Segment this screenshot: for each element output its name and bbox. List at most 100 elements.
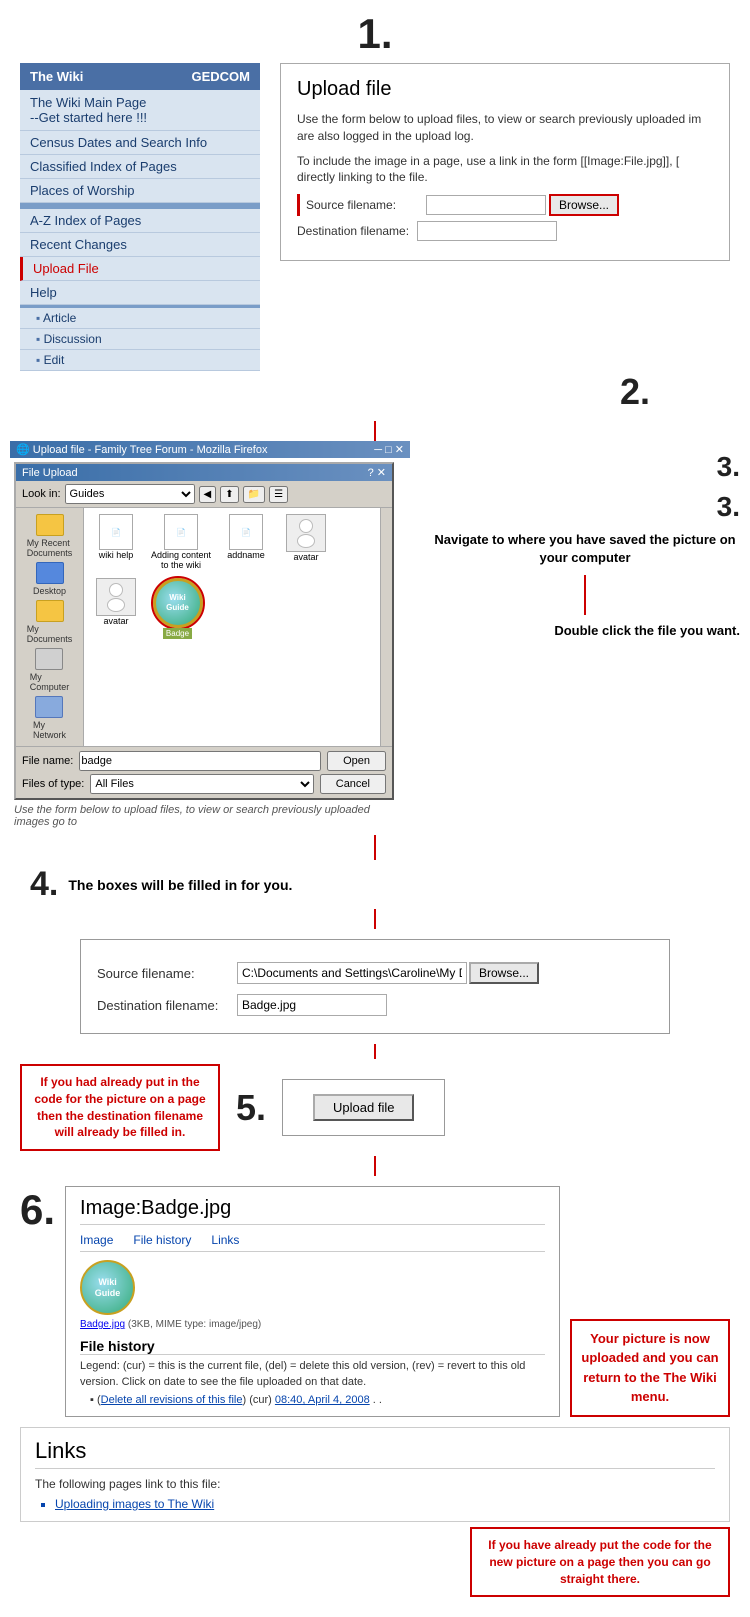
dest-label: Destination filename: xyxy=(297,224,417,238)
step5-row: If you had already put in the code for t… xyxy=(20,1064,730,1151)
wiki-guide-badge-icon: WikiGuide xyxy=(80,1260,135,1315)
links-item-1[interactable]: Uploading images to The Wiki xyxy=(55,1497,715,1511)
dialog-sidebar: My RecentDocuments Desktop MyDocuments M… xyxy=(16,508,84,746)
dialog-title: File Upload xyxy=(22,467,78,479)
browse-filled-btn[interactable]: Browse... xyxy=(469,962,539,984)
my-computer-item[interactable]: MyComputer xyxy=(30,648,70,692)
dialog-win-btns[interactable]: ? ✕ xyxy=(368,466,386,479)
file-wikihelp[interactable]: 📄 wiki help xyxy=(90,514,142,570)
connector-3 xyxy=(374,909,376,929)
upload-panel: Upload file Use the form below to upload… xyxy=(280,63,730,261)
dialog-toolbar: Look in: Guides ◀ ⬆ 📁 ☰ xyxy=(16,481,392,508)
dialog-body: My RecentDocuments Desktop MyDocuments M… xyxy=(16,508,392,746)
new-folder-btn[interactable]: 📁 xyxy=(243,486,265,503)
sidebar-header: The Wiki GEDCOM xyxy=(20,63,260,90)
desktop-item[interactable]: Desktop xyxy=(33,562,66,596)
look-in-select[interactable]: Guides xyxy=(65,484,195,504)
sidebar-item-recent[interactable]: Recent Changes xyxy=(20,233,260,257)
dest-filled-input[interactable] xyxy=(237,994,387,1016)
step3-right-annots: 3. 3. Navigate to where you have saved t… xyxy=(410,441,740,830)
step4-row: 4. The boxes will be filled in for you. xyxy=(30,865,720,904)
filetype-select[interactable]: All Files xyxy=(90,774,313,794)
browse-button[interactable]: Browse... xyxy=(549,194,619,216)
back-btn[interactable]: ◀ xyxy=(199,486,217,503)
step6-section: 6. Image:Badge.jpg Image File history Li… xyxy=(20,1186,730,1417)
below-dialog-text: Use the form below to upload files, to v… xyxy=(14,804,406,828)
my-network-item[interactable]: MyNetwork xyxy=(33,696,66,740)
upload-para2: To include the image in a page, use a li… xyxy=(297,153,713,187)
sidebar: The Wiki GEDCOM The Wiki Main Page--Get … xyxy=(20,63,260,371)
sidebar-item-upload[interactable]: Upload File xyxy=(20,257,260,281)
source-label: Source filename: xyxy=(306,198,426,212)
content-scrollbar[interactable] xyxy=(380,508,392,746)
sidebar-item-main[interactable]: The Wiki Main Page--Get started here !!! xyxy=(20,90,260,131)
sidebar-item-worship[interactable]: Places of Worship xyxy=(20,179,260,203)
upload-file-button[interactable]: Upload file xyxy=(313,1094,414,1121)
gedcom-label: GEDCOM xyxy=(192,69,251,84)
dest-row: Destination filename: xyxy=(297,221,713,241)
file-dialog-outer: 🌐 Upload file - Family Tree Forum - Mozi… xyxy=(10,441,410,830)
recent-docs-item[interactable]: My RecentDocuments xyxy=(27,514,73,558)
connector-2 xyxy=(374,835,376,860)
step5-num: 5. xyxy=(236,1087,266,1129)
sidebar-item-help[interactable]: Help xyxy=(20,281,260,305)
sidebar-item-az[interactable]: A-Z Index of Pages xyxy=(20,209,260,233)
step5-right: 5. Upload file xyxy=(236,1079,445,1136)
source-filled-input[interactable] xyxy=(237,962,467,984)
dialog-inner-titlebar: File Upload ? ✕ xyxy=(16,464,392,481)
links-title: Links xyxy=(35,1438,715,1469)
file-badge[interactable]: WikiGuide Badge xyxy=(150,578,205,639)
file-avatar1[interactable]: avatar xyxy=(280,514,332,570)
file-addname[interactable]: 📄 addname xyxy=(220,514,272,570)
file-history-title: File history xyxy=(80,1338,545,1355)
badge-area: WikiGuide xyxy=(80,1260,545,1319)
source-input[interactable] xyxy=(426,195,546,215)
connector-5 xyxy=(374,1156,376,1176)
sidebar-item-edit[interactable]: Edit xyxy=(20,350,260,371)
badge-link-label[interactable]: Badge.jpg (3KB, MIME type: image/jpeg) xyxy=(80,1319,545,1330)
date-link[interactable]: 08:40, April 4, 2008 xyxy=(275,1394,370,1406)
bottom-annot: If you have already put the code for the… xyxy=(470,1527,730,1597)
file-adding[interactable]: 📄 Adding content to the wiki xyxy=(150,514,212,570)
filename-input[interactable] xyxy=(79,751,321,771)
upload-btn-container: Upload file xyxy=(282,1079,445,1136)
connector-1 xyxy=(374,421,376,441)
dialog-footer: File name: Open Files of type: All Files… xyxy=(16,746,392,798)
file-upload-dialog: File Upload ? ✕ Look in: Guides ◀ ⬆ 📁 ☰ xyxy=(14,462,394,800)
step3-number-label: 3. xyxy=(717,451,740,483)
file-avatar2[interactable]: avatar xyxy=(90,578,142,639)
step3-num: 3. xyxy=(717,491,740,522)
cancel-btn[interactable]: Cancel xyxy=(320,774,386,794)
bottom-annot-area: If you have already put the code for the… xyxy=(20,1527,730,1597)
delete-link[interactable]: Delete all revisions of this file xyxy=(101,1394,243,1406)
tab-file-history[interactable]: File history xyxy=(133,1233,191,1247)
view-btn[interactable]: ☰ xyxy=(269,486,288,503)
up-btn[interactable]: ⬆ xyxy=(220,486,238,503)
tab-image[interactable]: Image xyxy=(80,1233,113,1247)
filetype-label: Files of type: xyxy=(22,778,84,790)
sidebar-item-classified[interactable]: Classified Index of Pages xyxy=(20,155,260,179)
step6-num: 6. xyxy=(20,1186,55,1234)
wiki-label[interactable]: The Wiki xyxy=(30,69,83,84)
dest-filled-label: Destination filename: xyxy=(97,998,237,1013)
step3-area: 🌐 Upload file - Family Tree Forum - Mozi… xyxy=(10,441,740,830)
my-docs-item[interactable]: MyDocuments xyxy=(27,600,73,644)
links-link-1[interactable]: Uploading images to The Wiki xyxy=(55,1497,214,1511)
step6-annot: Your picture is now uploaded and you can… xyxy=(570,1319,730,1417)
upload-title: Upload file xyxy=(297,78,713,101)
dest-input[interactable] xyxy=(417,221,557,241)
sidebar-item-article[interactable]: Article xyxy=(20,308,260,329)
links-section: Links The following pages link to this f… xyxy=(20,1427,730,1522)
upload-para1: Use the form below to upload files, to v… xyxy=(297,111,713,145)
open-btn[interactable]: Open xyxy=(327,751,386,771)
step6-panel: Image:Badge.jpg Image File history Links… xyxy=(65,1186,560,1417)
tab-links[interactable]: Links xyxy=(211,1233,239,1247)
sidebar-item-census[interactable]: Census Dates and Search Info xyxy=(20,131,260,155)
step2-area: 2. xyxy=(20,381,730,421)
file-history-section: File history Legend: (cur) = this is the… xyxy=(80,1338,545,1406)
badge-link[interactable]: Badge.jpg xyxy=(80,1319,125,1330)
dbl-click-annot: Double click the file you want. xyxy=(554,623,740,638)
sidebar-item-discussion[interactable]: Discussion xyxy=(20,329,260,350)
step6-title: Image:Badge.jpg xyxy=(80,1197,545,1225)
dialog-content: 📄 wiki help 📄 Adding content to the wiki… xyxy=(84,508,392,746)
